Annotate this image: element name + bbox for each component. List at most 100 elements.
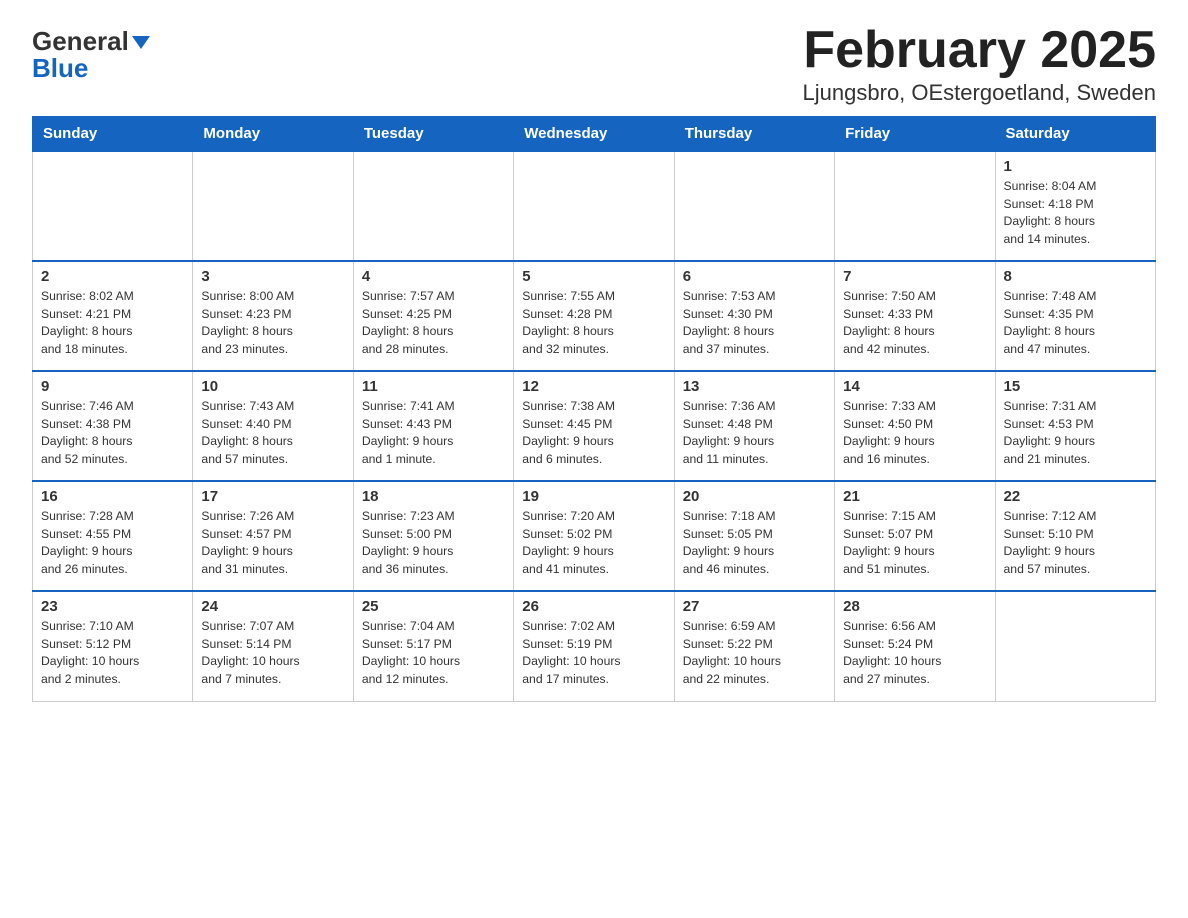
calendar-cell: [514, 151, 674, 261]
calendar-cell: 18 Sunrise: 7:23 AM Sunset: 5:00 PM Dayli…: [353, 481, 513, 591]
calendar-cell: 23 Sunrise: 7:10 AM Sunset: 5:12 PM Dayli…: [33, 591, 193, 701]
day-info: Sunrise: 7:38 AM Sunset: 4:45 PM Dayligh…: [522, 398, 665, 469]
week-row-4: 23 Sunrise: 7:10 AM Sunset: 5:12 PM Dayli…: [33, 591, 1156, 701]
logo-blue: Blue: [32, 53, 88, 83]
day-number: 7: [843, 268, 986, 285]
calendar-cell: 11 Sunrise: 7:41 AM Sunset: 4:43 PM Dayli…: [353, 371, 513, 481]
calendar-cell: 7 Sunrise: 7:50 AM Sunset: 4:33 PM Daylig…: [835, 261, 995, 371]
day-number: 13: [683, 378, 826, 395]
day-info: Sunrise: 8:02 AM Sunset: 4:21 PM Dayligh…: [41, 288, 184, 359]
calendar-cell: 17 Sunrise: 7:26 AM Sunset: 4:57 PM Dayli…: [193, 481, 353, 591]
calendar-cell: 13 Sunrise: 7:36 AM Sunset: 4:48 PM Dayli…: [674, 371, 834, 481]
day-info: Sunrise: 6:56 AM Sunset: 5:24 PM Dayligh…: [843, 618, 986, 689]
calendar-cell: 16 Sunrise: 7:28 AM Sunset: 4:55 PM Dayli…: [33, 481, 193, 591]
day-number: 8: [1004, 268, 1147, 285]
week-row-0: 1 Sunrise: 8:04 AM Sunset: 4:18 PM Daylig…: [33, 151, 1156, 261]
day-info: Sunrise: 7:43 AM Sunset: 4:40 PM Dayligh…: [201, 398, 344, 469]
calendar-cell: [353, 151, 513, 261]
day-number: 5: [522, 268, 665, 285]
day-info: Sunrise: 7:41 AM Sunset: 4:43 PM Dayligh…: [362, 398, 505, 469]
calendar-cell: 3 Sunrise: 8:00 AM Sunset: 4:23 PM Daylig…: [193, 261, 353, 371]
week-row-2: 9 Sunrise: 7:46 AM Sunset: 4:38 PM Daylig…: [33, 371, 1156, 481]
day-info: Sunrise: 7:15 AM Sunset: 5:07 PM Dayligh…: [843, 508, 986, 579]
day-number: 1: [1004, 158, 1147, 175]
weekday-header-monday: Monday: [193, 117, 353, 152]
day-number: 14: [843, 378, 986, 395]
calendar-cell: 28 Sunrise: 6:56 AM Sunset: 5:24 PM Dayli…: [835, 591, 995, 701]
logo: General Blue: [32, 28, 150, 83]
day-info: Sunrise: 7:10 AM Sunset: 5:12 PM Dayligh…: [41, 618, 184, 689]
weekday-header-saturday: Saturday: [995, 117, 1155, 152]
day-number: 16: [41, 488, 184, 505]
location-subtitle: Ljungsbro, OEstergoetland, Sweden: [803, 80, 1156, 106]
calendar-cell: 26Sunrise: 7:02 AM Sunset: 5:19 PM Dayli…: [514, 591, 674, 701]
day-info: Sunrise: 8:04 AM Sunset: 4:18 PM Dayligh…: [1004, 178, 1147, 249]
calendar-cell: 10 Sunrise: 7:43 AM Sunset: 4:40 PM Dayli…: [193, 371, 353, 481]
page-header: General Blue February 2025 Ljungsbro, OE…: [32, 24, 1156, 106]
weekday-header-wednesday: Wednesday: [514, 117, 674, 152]
calendar-table: SundayMondayTuesdayWednesdayThursdayFrid…: [32, 116, 1156, 702]
calendar-cell: 4 Sunrise: 7:57 AM Sunset: 4:25 PM Daylig…: [353, 261, 513, 371]
calendar-cell: 21 Sunrise: 7:15 AM Sunset: 5:07 PM Dayli…: [835, 481, 995, 591]
calendar-cell: 1 Sunrise: 8:04 AM Sunset: 4:18 PM Daylig…: [995, 151, 1155, 261]
calendar-cell: 15 Sunrise: 7:31 AM Sunset: 4:53 PM Dayli…: [995, 371, 1155, 481]
day-info: Sunrise: 7:55 AM Sunset: 4:28 PM Dayligh…: [522, 288, 665, 359]
day-info: Sunrise: 7:31 AM Sunset: 4:53 PM Dayligh…: [1004, 398, 1147, 469]
calendar-cell: 14Sunrise: 7:33 AM Sunset: 4:50 PM Dayli…: [835, 371, 995, 481]
calendar-cell: [674, 151, 834, 261]
day-info: Sunrise: 7:12 AM Sunset: 5:10 PM Dayligh…: [1004, 508, 1147, 579]
day-number: 20: [683, 488, 826, 505]
day-number: 26: [522, 598, 665, 615]
day-info: Sunrise: 7:48 AM Sunset: 4:35 PM Dayligh…: [1004, 288, 1147, 359]
day-number: 23: [41, 598, 184, 615]
day-info: Sunrise: 7:46 AM Sunset: 4:38 PM Dayligh…: [41, 398, 184, 469]
calendar-cell: 8 Sunrise: 7:48 AM Sunset: 4:35 PM Daylig…: [995, 261, 1155, 371]
day-number: 22: [1004, 488, 1147, 505]
day-number: 18: [362, 488, 505, 505]
day-info: Sunrise: 7:36 AM Sunset: 4:48 PM Dayligh…: [683, 398, 826, 469]
day-number: 15: [1004, 378, 1147, 395]
week-row-3: 16 Sunrise: 7:28 AM Sunset: 4:55 PM Dayli…: [33, 481, 1156, 591]
calendar-cell: 9 Sunrise: 7:46 AM Sunset: 4:38 PM Daylig…: [33, 371, 193, 481]
calendar-cell: 6 Sunrise: 7:53 AM Sunset: 4:30 PM Daylig…: [674, 261, 834, 371]
day-number: 4: [362, 268, 505, 285]
day-number: 3: [201, 268, 344, 285]
day-number: 21: [843, 488, 986, 505]
calendar-cell: 24Sunrise: 7:07 AM Sunset: 5:14 PM Dayli…: [193, 591, 353, 701]
day-info: Sunrise: 7:28 AM Sunset: 4:55 PM Dayligh…: [41, 508, 184, 579]
day-number: 28: [843, 598, 986, 615]
day-info: Sunrise: 6:59 AM Sunset: 5:22 PM Dayligh…: [683, 618, 826, 689]
day-number: 9: [41, 378, 184, 395]
month-title: February 2025: [803, 24, 1156, 76]
day-info: Sunrise: 7:26 AM Sunset: 4:57 PM Dayligh…: [201, 508, 344, 579]
day-info: Sunrise: 7:18 AM Sunset: 5:05 PM Dayligh…: [683, 508, 826, 579]
day-number: 2: [41, 268, 184, 285]
day-info: Sunrise: 7:23 AM Sunset: 5:00 PM Dayligh…: [362, 508, 505, 579]
weekday-header-row: SundayMondayTuesdayWednesdayThursdayFrid…: [33, 117, 1156, 152]
day-number: 11: [362, 378, 505, 395]
day-number: 10: [201, 378, 344, 395]
day-info: Sunrise: 7:53 AM Sunset: 4:30 PM Dayligh…: [683, 288, 826, 359]
weekday-header-tuesday: Tuesday: [353, 117, 513, 152]
day-info: Sunrise: 7:50 AM Sunset: 4:33 PM Dayligh…: [843, 288, 986, 359]
calendar-cell: 25Sunrise: 7:04 AM Sunset: 5:17 PM Dayli…: [353, 591, 513, 701]
day-number: 27: [683, 598, 826, 615]
calendar-cell: [835, 151, 995, 261]
day-number: 17: [201, 488, 344, 505]
calendar-cell: [33, 151, 193, 261]
calendar-cell: 12 Sunrise: 7:38 AM Sunset: 4:45 PM Dayli…: [514, 371, 674, 481]
day-info: Sunrise: 8:00 AM Sunset: 4:23 PM Dayligh…: [201, 288, 344, 359]
day-number: 6: [683, 268, 826, 285]
logo-general: General: [32, 28, 129, 54]
weekday-header-thursday: Thursday: [674, 117, 834, 152]
calendar-cell: [995, 591, 1155, 701]
day-info: Sunrise: 7:57 AM Sunset: 4:25 PM Dayligh…: [362, 288, 505, 359]
week-row-1: 2 Sunrise: 8:02 AM Sunset: 4:21 PM Daylig…: [33, 261, 1156, 371]
logo-triangle-icon: [132, 36, 150, 49]
day-info: Sunrise: 7:07 AM Sunset: 5:14 PM Dayligh…: [201, 618, 344, 689]
title-block: February 2025 Ljungsbro, OEstergoetland,…: [803, 24, 1156, 106]
day-info: Sunrise: 7:20 AM Sunset: 5:02 PM Dayligh…: [522, 508, 665, 579]
calendar-cell: 22 Sunrise: 7:12 AM Sunset: 5:10 PM Dayli…: [995, 481, 1155, 591]
day-number: 12: [522, 378, 665, 395]
day-number: 25: [362, 598, 505, 615]
